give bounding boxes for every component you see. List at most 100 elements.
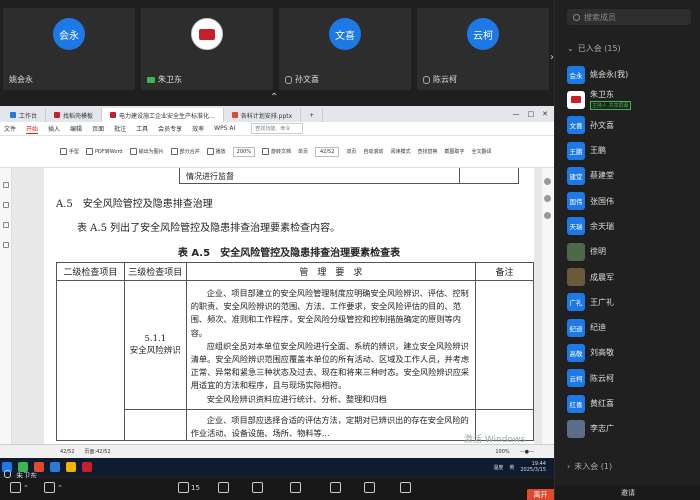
video-tile[interactable]: 云柯 陈云柯: [417, 8, 549, 90]
participant-row[interactable]: 王鹏 王鹏: [567, 138, 697, 163]
table-cell: [475, 280, 534, 410]
participant-row[interactable]: 高敬 刘高敬: [567, 340, 697, 365]
annotation-icon[interactable]: [3, 222, 9, 228]
participant-row[interactable]: 天瑞 余天瑞: [567, 214, 697, 239]
menu-member[interactable]: 会员专享: [158, 124, 182, 133]
video-button[interactable]: ⌃: [44, 482, 63, 493]
tab-templates[interactable]: 找稻壳模板: [46, 108, 103, 122]
chevron-down-icon: ⌄: [567, 44, 574, 53]
participant-row[interactable]: 红喜 黄红喜: [567, 391, 697, 416]
avatar: 国伟: [567, 192, 585, 211]
chat-button[interactable]: [252, 482, 263, 493]
play-button[interactable]: 播放: [206, 148, 226, 155]
participant-row[interactable]: 纪迪 纪迪: [567, 315, 697, 340]
apps-button[interactable]: [364, 482, 375, 493]
minimize-icon[interactable]: —: [513, 110, 520, 118]
search-input[interactable]: 查找功能、命令: [251, 123, 304, 134]
menu-insert[interactable]: 插入: [48, 124, 60, 133]
page-indicator[interactable]: 42/52: [60, 449, 74, 455]
meeting-main: ‹ 会永 姚会永 朱卫东 文喜 孙文喜 云柯 陈云柯 › ⌃ 工作台: [0, 0, 554, 500]
host-badge: 主持人 共享屏幕: [590, 101, 631, 111]
menu-annotate[interactable]: 批注: [114, 124, 126, 133]
menu-efficiency[interactable]: 效率: [192, 124, 204, 133]
bookmark-icon[interactable]: [3, 202, 9, 208]
participants-panel: 搜索成员 ⌄ 已入会 (15) 会永 姚会永(我) 朱卫东 主持人 共享屏幕 文喜孙…: [554, 0, 700, 500]
menu-page[interactable]: 页面: [92, 124, 104, 133]
search-icon[interactable]: [3, 242, 9, 248]
mic-icon: [4, 470, 11, 478]
participant-row[interactable]: 成晨军: [567, 264, 697, 289]
find-replace-button[interactable]: 查找替换: [417, 148, 437, 155]
hand-tool-button[interactable]: 手型: [60, 148, 79, 155]
pdf-to-word-button[interactable]: PDF转Word: [86, 148, 123, 155]
tab-pptx[interactable]: 各科计划安排.pptx: [223, 108, 302, 122]
single-page-button[interactable]: 单页: [298, 148, 308, 155]
tile-name: 朱卫东: [158, 75, 182, 84]
translate-button[interactable]: 全文翻译: [471, 148, 491, 155]
video-tile[interactable]: 文喜 孙文喜: [279, 8, 411, 90]
zoom-level[interactable]: 100%: [495, 449, 509, 455]
tool-icon[interactable]: [544, 195, 551, 202]
member-search[interactable]: 搜索成员: [567, 9, 691, 25]
clock[interactable]: 19:44 2025/3/15: [520, 461, 546, 473]
auto-scroll-button[interactable]: 自动滚动: [363, 148, 383, 155]
participant-row[interactable]: 建堂 蔡建堂: [567, 163, 697, 188]
column-header: 管 理 要 求: [185, 262, 477, 281]
tab-pdf-document[interactable]: 电力建设施工企业安全生产标准化...: [102, 108, 224, 122]
participant-row[interactable]: 会永 姚会永(我): [567, 62, 697, 87]
participant-row[interactable]: 朱卫东 主持人 共享屏幕: [567, 87, 697, 112]
rotate-button[interactable]: 旋转文档: [261, 148, 291, 155]
not-joined-group-header[interactable]: › 未入会 (1): [567, 461, 612, 472]
mute-button[interactable]: ⌃: [10, 482, 29, 493]
record-button[interactable]: [290, 482, 301, 493]
video-tiles: ‹ 会永 姚会永 朱卫东 文喜 孙文喜 云柯 陈云柯 ›: [0, 8, 554, 90]
joined-group-header[interactable]: ⌄ 已入会 (15): [567, 43, 621, 54]
thumbnail-icon[interactable]: [3, 182, 9, 188]
video-tile[interactable]: 会永 姚会永: [3, 8, 135, 90]
collapse-tiles-icon[interactable]: ⌃: [270, 92, 278, 103]
meeting-controls: ⌃ ⌃ 15: [0, 478, 554, 500]
double-page-button[interactable]: 双页: [346, 148, 356, 155]
more-button[interactable]: [400, 482, 411, 493]
tile-name: 孙文喜: [295, 75, 319, 84]
participant-row[interactable]: 云柯 陈云柯: [567, 366, 697, 391]
document-viewport[interactable]: 情况进行监督 A.5 安全风险管控及隐患排查治理 表 A.5 列出了安全风险管控…: [0, 168, 554, 444]
tool-icon[interactable]: [544, 212, 551, 219]
new-tab-button[interactable]: +: [301, 108, 324, 122]
participant-row[interactable]: 徐明: [567, 239, 697, 264]
ocr-button[interactable]: 截图取字: [444, 148, 464, 155]
ime-indicator[interactable]: 英: [509, 464, 514, 471]
zoom-slider[interactable]: —●—: [520, 449, 554, 455]
avatar: 广礼: [567, 293, 585, 312]
close-icon[interactable]: ✕: [542, 110, 548, 118]
folder-icon[interactable]: [66, 462, 76, 472]
reactions-button[interactable]: [330, 482, 341, 493]
maximize-icon[interactable]: □: [528, 110, 535, 118]
read-mode-button[interactable]: 阅读模式: [390, 148, 410, 155]
avatar: [567, 242, 585, 261]
export-image-button[interactable]: 输出为图片: [129, 148, 164, 155]
participants-button[interactable]: 15: [178, 482, 200, 493]
merge-button[interactable]: 部分合并: [170, 148, 200, 155]
menu-tools[interactable]: 工具: [136, 124, 148, 133]
zoom-select[interactable]: 200%: [232, 146, 255, 157]
avatar: [567, 90, 585, 109]
tool-icon[interactable]: [544, 178, 551, 185]
menu-edit[interactable]: 编辑: [70, 124, 82, 133]
page-input[interactable]: 42/52: [314, 146, 340, 157]
leave-meeting-button[interactable]: 离开: [527, 489, 554, 500]
menu-file[interactable]: 文件: [4, 124, 16, 133]
participant-row[interactable]: 文喜 孙文喜: [567, 113, 697, 138]
participant-row[interactable]: 李志广: [567, 416, 697, 441]
share-screen-button[interactable]: [218, 482, 229, 493]
participant-row[interactable]: 广礼 王广礼: [567, 290, 697, 315]
browser-icon[interactable]: [50, 462, 60, 472]
video-tile[interactable]: 朱卫东: [141, 8, 273, 90]
participant-row[interactable]: 国伟 张国伟: [567, 188, 697, 213]
play-icon: [206, 148, 214, 155]
invite-button[interactable]: 邀请: [555, 486, 700, 500]
wps-icon[interactable]: [82, 462, 92, 472]
tab-workbench[interactable]: 工作台: [2, 108, 47, 122]
menu-home[interactable]: 开始: [26, 124, 39, 134]
menu-wps-ai[interactable]: WPS AI: [214, 125, 235, 132]
